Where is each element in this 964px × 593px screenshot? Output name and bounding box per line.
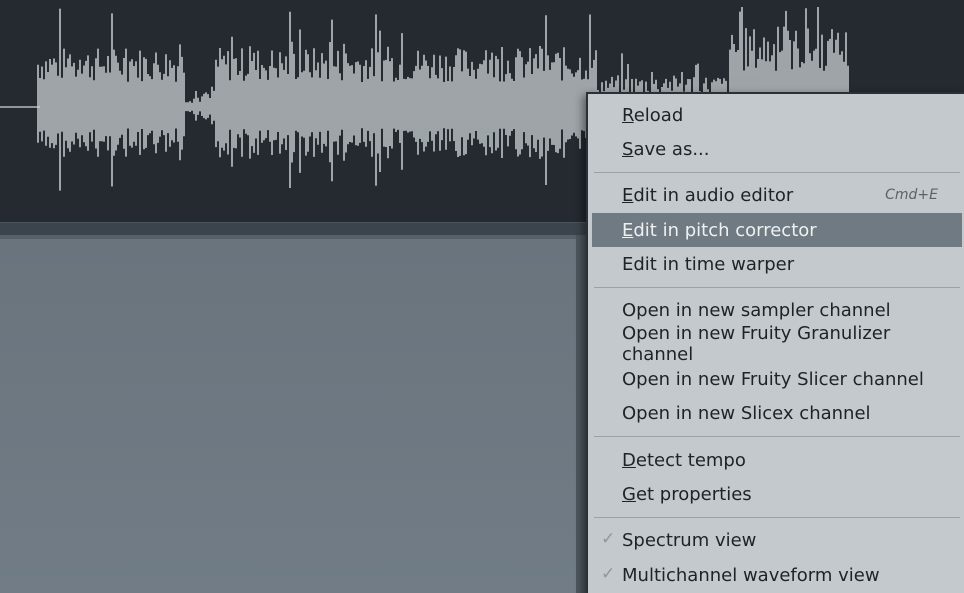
empty-editor-area [0, 235, 580, 593]
audio-clip-window: Reload Save as... Edit in audio editor C… [0, 0, 964, 593]
menu-item-edit-time-warper[interactable]: Edit in time warper [592, 247, 962, 281]
menu-item-save-as[interactable]: Save as... [592, 132, 962, 166]
menu-item-label: Open in new Slicex channel [622, 402, 871, 424]
menu-item-label: Edit in time warper [622, 253, 795, 275]
context-menu: Reload Save as... Edit in audio editor C… [586, 92, 964, 593]
menu-item-open-sampler[interactable]: Open in new sampler channel [592, 293, 962, 327]
menu-item-detect-tempo[interactable]: Detect tempo [592, 443, 962, 477]
menu-item-shortcut: Cmd+E [885, 187, 938, 203]
check-icon: ✓ [601, 529, 616, 549]
menu-item-label: Open in new Fruity Granulizer channel [622, 323, 891, 365]
check-icon: ✓ [601, 564, 616, 584]
menu-item-label: Multichannel waveform view [622, 564, 880, 586]
menu-separator [594, 436, 960, 437]
menu-item-multichannel-waveform[interactable]: ✓ Multichannel waveform view [592, 558, 962, 592]
menu-item-label: Open in new Fruity Slicer channel [622, 368, 924, 390]
menu-item-label: Save as... [622, 138, 710, 160]
menu-item-open-granulizer[interactable]: Open in new Fruity Granulizer channel [592, 323, 962, 365]
menu-separator [594, 517, 960, 518]
menu-item-label: Open in new sampler channel [622, 299, 891, 321]
menu-item-edit-audio-editor[interactable]: Edit in audio editor Cmd+E [592, 178, 962, 212]
menu-item-label: Detect tempo [622, 449, 746, 471]
menu-item-open-slicex[interactable]: Open in new Slicex channel [592, 396, 962, 430]
menu-item-get-properties[interactable]: Get properties [592, 477, 962, 511]
menu-item-label: Edit in pitch corrector [622, 219, 817, 241]
menu-item-spectrum-view[interactable]: ✓ Spectrum view [592, 523, 962, 557]
menu-separator [594, 287, 960, 288]
menu-item-label: Edit in audio editor [622, 184, 794, 206]
menu-item-label: Get properties [622, 483, 752, 505]
menu-separator [594, 172, 960, 173]
menu-item-label: Spectrum view [622, 529, 757, 551]
menu-item-edit-pitch-corrector[interactable]: Edit in pitch corrector [592, 213, 962, 247]
menu-item-reload[interactable]: Reload [592, 98, 962, 132]
menu-item-open-slicer[interactable]: Open in new Fruity Slicer channel [592, 362, 962, 396]
menu-item-label: Reload [622, 104, 684, 126]
